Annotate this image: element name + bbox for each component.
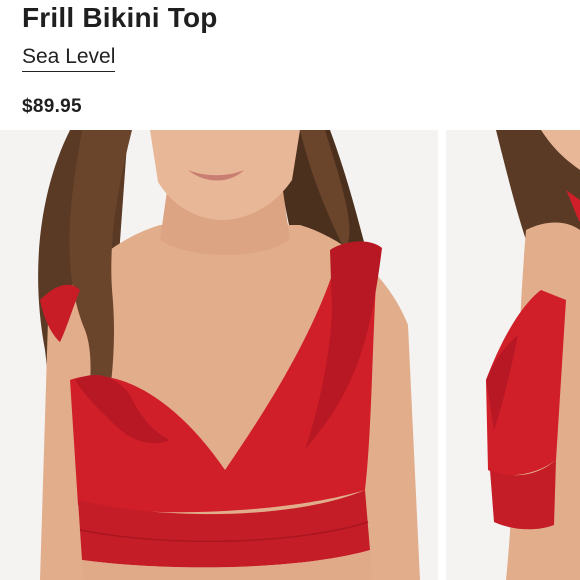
product-image-secondary[interactable]: [446, 130, 580, 580]
product-image-main[interactable]: [0, 130, 438, 580]
product-title: Frill Bikini Top: [22, 2, 218, 33]
product-image-gallery[interactable]: [0, 130, 580, 580]
product-price: $89.95: [22, 96, 82, 117]
product-header: Frill Bikini Top Sea Level $89.95: [0, 0, 580, 130]
brand-link[interactable]: Sea Level: [22, 45, 116, 72]
